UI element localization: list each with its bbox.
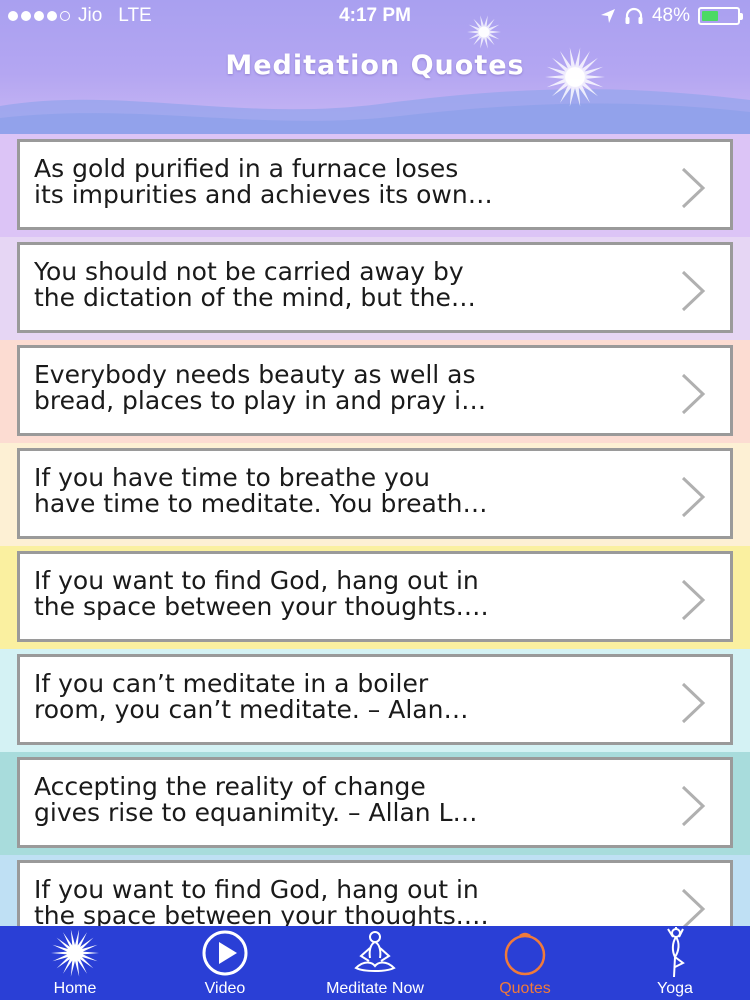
tab-bar: Home Video Meditate Now Quotes Yoga (0, 926, 750, 1000)
quote-row[interactable]: You should not be carried away by the dic… (0, 237, 750, 340)
page-title: Meditation Quotes (225, 50, 525, 81)
quote-card[interactable]: You should not be carried away by the dic… (17, 242, 733, 333)
chevron-right-icon[interactable] (680, 372, 706, 416)
quote-text: If you have time to breathe you have time… (34, 465, 664, 517)
quote-card[interactable]: Everybody needs beauty as well as bread, … (17, 345, 733, 436)
quote-line: the space between your thoughts.… (34, 592, 489, 620)
tab-label: Quotes (499, 980, 551, 997)
quote-line: gives rise to equanimity. – Allan L… (34, 798, 478, 826)
tab-label: Video (204, 980, 246, 997)
quote-line: You should not be carried away by (34, 259, 464, 286)
quote-line: As gold purified in a furnace loses (34, 156, 459, 183)
quote-card[interactable]: If you can’t meditate in a boiler room, y… (17, 654, 733, 745)
quotes-circle-icon (504, 932, 546, 976)
quote-card[interactable]: As gold purified in a furnace loses its i… (17, 139, 733, 230)
tab-meditate-now[interactable]: Meditate Now (300, 926, 450, 1000)
quotes-list[interactable]: As gold purified in a furnace loses its i… (0, 134, 750, 926)
meditation-pose-icon (354, 931, 396, 972)
quote-row[interactable]: If you have time to breathe you have time… (0, 443, 750, 546)
sun-decoration-icon (467, 15, 501, 49)
quote-text: Accepting the reality of change gives ris… (34, 774, 664, 826)
quote-line: have time to meditate. You breath… (34, 489, 488, 517)
quote-line: room, you can’t meditate. – Alan… (34, 695, 469, 723)
quote-line: Accepting the reality of change (34, 774, 426, 801)
battery-percent: 48% (651, 5, 690, 26)
quote-text: If you want to find God, hang out in the … (34, 568, 664, 620)
chevron-right-icon[interactable] (680, 681, 706, 725)
tab-label: Home (53, 980, 97, 997)
quote-text: If you want to find God, hang out in the … (34, 877, 664, 926)
header-wave (0, 89, 750, 134)
chevron-right-icon[interactable] (680, 784, 706, 828)
quote-row[interactable]: If you want to find God, hang out in the … (0, 546, 750, 649)
headphones-icon (625, 7, 643, 24)
quote-card[interactable]: If you want to find God, hang out in the … (17, 860, 733, 926)
quote-row[interactable]: If you can’t meditate in a boiler room, y… (0, 649, 750, 752)
quote-text: Everybody needs beauty as well as bread, … (34, 362, 664, 414)
quote-card[interactable]: If you want to find God, hang out in the … (17, 551, 733, 642)
chevron-right-icon[interactable] (680, 475, 706, 519)
location-arrow-icon (600, 9, 615, 23)
sun-icon (51, 929, 99, 977)
tab-quotes[interactable]: Quotes (450, 926, 600, 1000)
header: Jio LTE 4:17 PM 48% Meditation Quotes (0, 0, 750, 134)
quote-card[interactable]: If you have time to breathe you have time… (17, 448, 733, 539)
play-icon (202, 930, 248, 976)
chevron-right-icon[interactable] (680, 887, 706, 926)
tab-video[interactable]: Video (150, 926, 300, 1000)
quote-line: If you have time to breathe you (34, 465, 430, 492)
quote-row[interactable]: Accepting the reality of change gives ris… (0, 752, 750, 855)
tab-label: Yoga (657, 980, 693, 997)
status-bar: Jio LTE 4:17 PM 48% (0, 0, 750, 32)
chevron-right-icon[interactable] (680, 578, 706, 622)
quote-line: Everybody needs beauty as well as (34, 362, 476, 389)
quote-line: If you want to find God, hang out in (34, 568, 479, 595)
quote-text: You should not be carried away by the dic… (34, 259, 664, 311)
quote-row[interactable]: Everybody needs beauty as well as bread, … (0, 340, 750, 443)
quote-line: If you want to find God, hang out in (34, 877, 479, 904)
battery-icon (698, 7, 743, 25)
quote-row[interactable]: As gold purified in a furnace loses its i… (0, 134, 750, 237)
yoga-pose-icon (667, 927, 685, 978)
quote-line: bread, places to play in and pray i… (34, 386, 487, 414)
tab-home[interactable]: Home (0, 926, 150, 1000)
quote-line: If you can’t meditate in a boiler (34, 671, 429, 698)
chevron-right-icon[interactable] (680, 166, 706, 210)
tab-yoga[interactable]: Yoga (600, 926, 750, 1000)
quote-text: If you can’t meditate in a boiler room, y… (34, 671, 664, 723)
tab-label: Meditate Now (326, 980, 424, 997)
quote-line: the dictation of the mind, but the… (34, 283, 476, 311)
chevron-right-icon[interactable] (680, 269, 706, 313)
quote-row[interactable]: If you want to find God, hang out in the … (0, 855, 750, 926)
quote-line: the space between your thoughts.… (34, 901, 489, 927)
quote-card[interactable]: Accepting the reality of change gives ris… (17, 757, 733, 848)
quote-line: its impurities and achieves its own… (34, 180, 493, 208)
quote-text: As gold purified in a furnace loses its i… (34, 156, 664, 208)
